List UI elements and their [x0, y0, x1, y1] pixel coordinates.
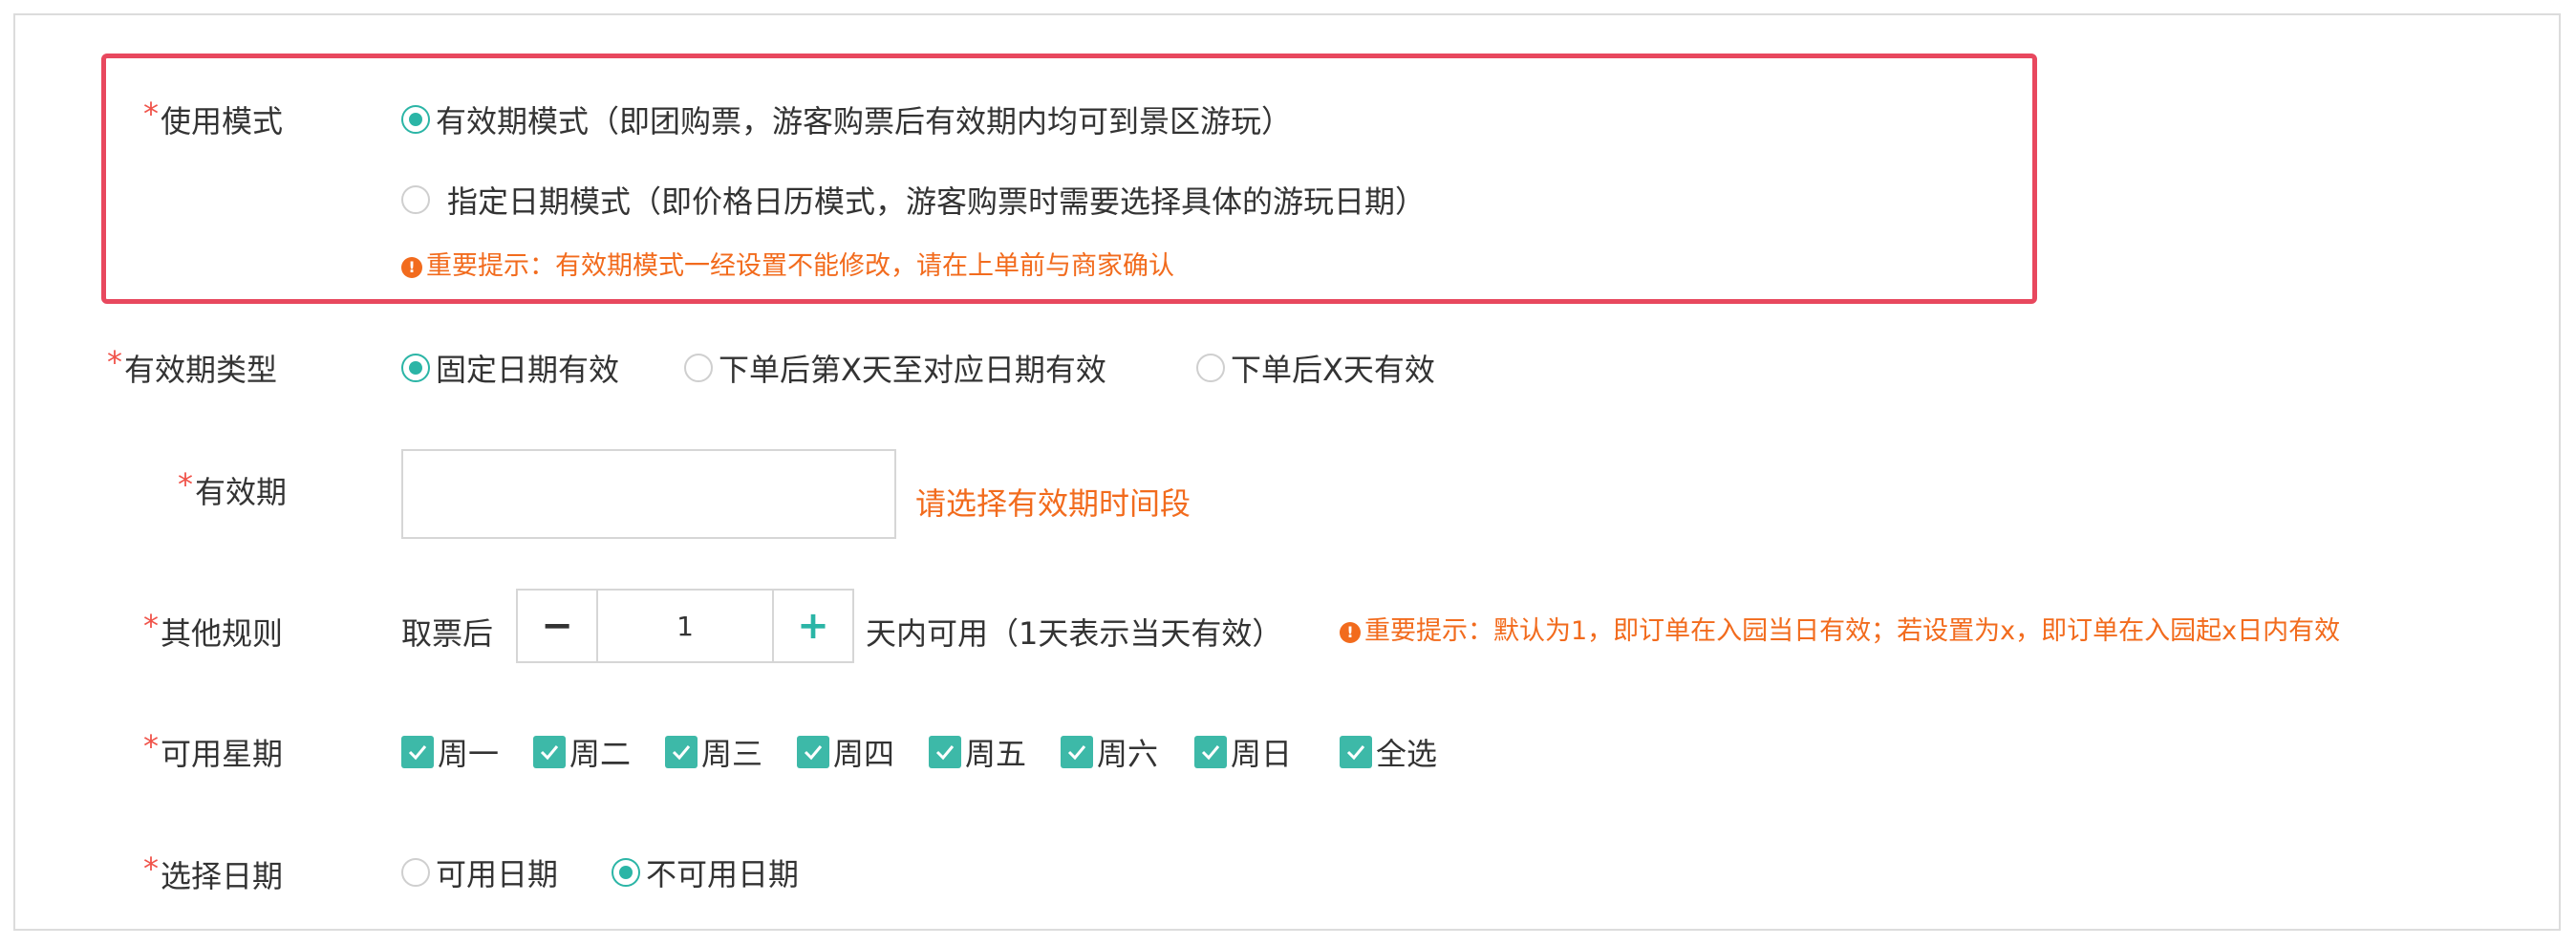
checkbox-tuesday-label: 周二 — [569, 736, 632, 772]
exclamation-circle-icon: ! — [1340, 621, 1361, 643]
checkbox-checked-icon — [929, 736, 961, 768]
checkbox-thursday-label: 周四 — [833, 736, 895, 772]
checkbox-thursday[interactable]: 周四 — [797, 730, 894, 774]
checkbox-saturday[interactable]: 周六 — [1061, 730, 1158, 774]
checkbox-wednesday[interactable]: 周三 — [665, 730, 762, 774]
radio-validity-mode[interactable]: 有效期模式（即团购票，游客购票后有效期内均可到景区游玩） — [401, 97, 1292, 141]
validity-period-label-text: 有效期 — [195, 474, 288, 510]
radio-fixed-date[interactable]: 固定日期有效 — [401, 346, 619, 390]
checkbox-friday[interactable]: 周五 — [929, 730, 1026, 774]
checkbox-checked-icon — [665, 736, 698, 768]
available-weekdays-label-text: 可用星期 — [161, 736, 284, 772]
checkbox-checked-icon — [1340, 736, 1372, 768]
days-stepper: − 1 + — [516, 589, 854, 663]
validity-period-hint: 请选择有效期时间段 — [915, 485, 1191, 522]
radio-fixed-date-label: 固定日期有效 — [436, 352, 620, 388]
available-weekdays-label: *可用星期 — [143, 728, 284, 774]
other-rules-label-text: 其他规则 — [161, 615, 284, 652]
other-rules-warning: ! 重要提示：默认为1，即订单在入园当日有效；若设置为x，即订单在入园起x日内有效 — [1340, 610, 2340, 647]
required-mark: * — [143, 96, 159, 132]
checkbox-select-all-label: 全选 — [1376, 736, 1438, 772]
required-mark: * — [107, 344, 122, 380]
checkbox-checked-icon — [401, 736, 434, 768]
radio-checked-icon — [401, 105, 430, 134]
radio-checked-icon — [401, 354, 430, 382]
required-mark: * — [143, 728, 159, 764]
days-available-suffix: 天内可用（1天表示当天有效） — [866, 615, 1283, 652]
radio-validity-mode-label: 有效期模式（即团购票，游客购票后有效期内均可到景区游玩） — [436, 103, 1293, 140]
increment-button[interactable]: + — [772, 591, 852, 661]
required-mark: * — [178, 466, 193, 503]
radio-x-days-after-order-label: 下单后X天有效 — [1231, 352, 1435, 388]
other-rules-warning-text: 重要提示：默认为1，即订单在入园当日有效；若设置为x，即订单在入园起x日内有效 — [1364, 616, 2341, 646]
ticket-pickup-prefix: 取票后 — [401, 615, 494, 652]
radio-x-days-after-order[interactable]: 下单后X天有效 — [1196, 346, 1435, 390]
checkbox-saturday-label: 周六 — [1097, 736, 1159, 772]
radio-available-dates[interactable]: 可用日期 — [401, 850, 558, 894]
decrement-button[interactable]: − — [518, 591, 598, 661]
checkbox-checked-icon — [533, 736, 566, 768]
usage-mode-warning: ! 重要提示：有效期模式一经设置不能修改，请在上单前与商家确认 — [401, 245, 1174, 282]
required-mark: * — [143, 850, 159, 887]
usage-mode-label: *使用模式 — [143, 96, 284, 141]
radio-unchecked-icon — [684, 354, 713, 382]
radio-specified-date-mode[interactable]: 指定日期模式（即价格日历模式，游客购票时需要选择具体的游玩日期） — [401, 178, 1426, 222]
checkbox-friday-label: 周五 — [965, 736, 1027, 772]
validity-type-label: *有效期类型 — [107, 344, 278, 390]
radio-unchecked-icon — [1196, 354, 1225, 382]
checkbox-monday-label: 周一 — [438, 736, 500, 772]
usage-mode-warning-text: 重要提示：有效期模式一经设置不能修改，请在上单前与商家确认 — [426, 251, 1174, 281]
checkbox-sunday-label: 周日 — [1231, 736, 1293, 772]
radio-specified-date-mode-label: 指定日期模式（即价格日历模式，游客购票时需要选择具体的游玩日期） — [447, 183, 1427, 220]
checkbox-monday[interactable]: 周一 — [401, 730, 499, 774]
days-stepper-value[interactable]: 1 — [598, 591, 772, 661]
checkbox-wednesday-label: 周三 — [701, 736, 763, 772]
checkbox-tuesday[interactable]: 周二 — [533, 730, 631, 774]
checkbox-sunday[interactable]: 周日 — [1194, 730, 1292, 774]
radio-day-x-to-date-label: 下单后第X天至对应日期有效 — [719, 352, 1106, 388]
validity-type-label-text: 有效期类型 — [124, 352, 278, 388]
checkbox-checked-icon — [1194, 736, 1227, 768]
radio-unchecked-icon — [401, 858, 430, 887]
radio-unavailable-dates[interactable]: 不可用日期 — [612, 850, 799, 894]
radio-unavailable-dates-label: 不可用日期 — [646, 856, 800, 892]
radio-day-x-to-date[interactable]: 下单后第X天至对应日期有效 — [684, 346, 1106, 390]
select-dates-label: *选择日期 — [143, 850, 284, 896]
radio-checked-icon — [612, 858, 640, 887]
validity-period-label: *有效期 — [178, 466, 288, 512]
select-dates-label-text: 选择日期 — [161, 858, 284, 894]
checkbox-select-all[interactable]: 全选 — [1340, 730, 1437, 774]
other-rules-label: *其他规则 — [143, 608, 284, 654]
checkbox-checked-icon — [797, 736, 829, 768]
radio-available-dates-label: 可用日期 — [436, 856, 559, 892]
validity-period-input[interactable] — [401, 449, 896, 539]
exclamation-circle-icon: ! — [401, 256, 422, 278]
checkbox-checked-icon — [1061, 736, 1093, 768]
usage-mode-label-text: 使用模式 — [161, 103, 284, 140]
required-mark: * — [143, 608, 159, 644]
radio-unchecked-icon — [401, 185, 430, 214]
